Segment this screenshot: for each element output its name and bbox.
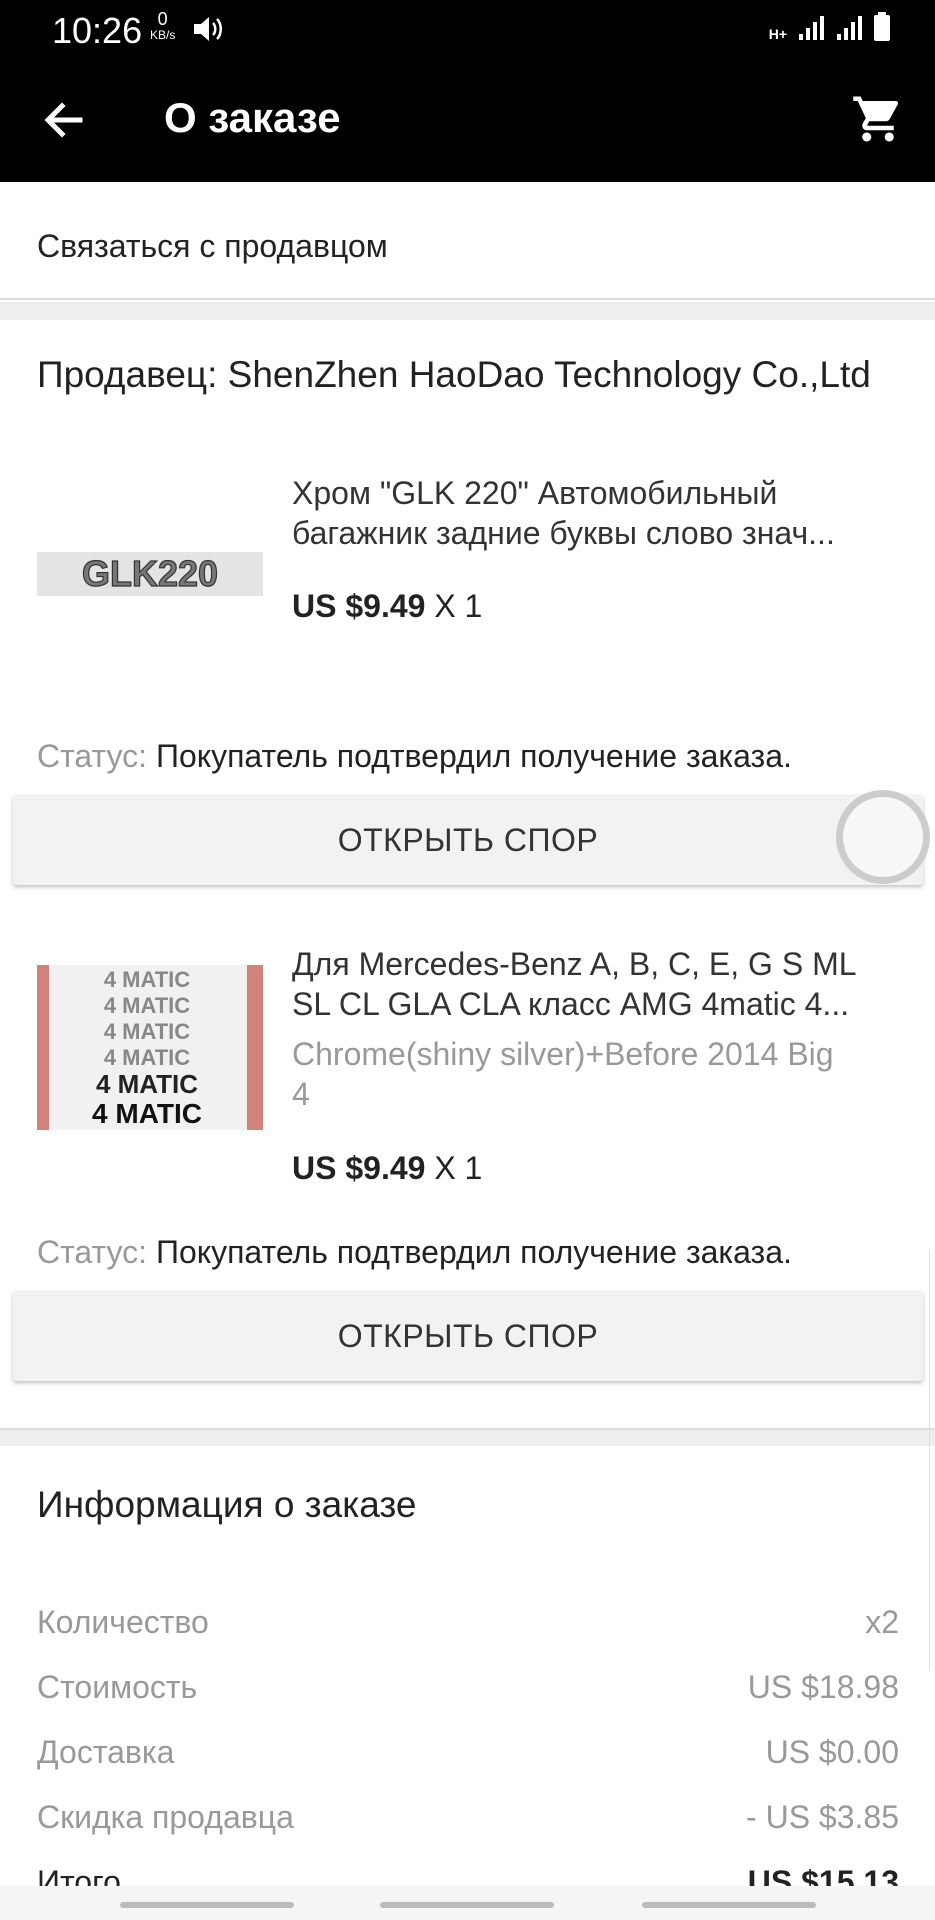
- product-title[interactable]: Хром "GLK 220" Автомобильный багажник за…: [292, 473, 902, 553]
- signal-icon-2: [837, 16, 862, 40]
- order-info-row: Стоимость US $18.98: [37, 1669, 899, 1705]
- open-dispute-button[interactable]: ОТКРЫТЬ СПОР: [13, 1291, 923, 1381]
- nav-handle[interactable]: [120, 1902, 294, 1908]
- signal-icon: [799, 16, 824, 40]
- order-status: Статус: Покупатель подтвердил получение …: [37, 1234, 792, 1270]
- product-variant: Chrome(shiny silver)+Before 2014 Big 4: [292, 1036, 834, 1112]
- product-thumbnail: 4 MATIC 4 MATIC 4 MATIC 4 MATIC 4 MATIC …: [37, 965, 263, 1130]
- open-dispute-button[interactable]: ОТКРЫТЬ СПОР: [13, 795, 923, 885]
- order-status: Статус: Покупатель подтвердил получение …: [37, 738, 792, 774]
- nav-handle[interactable]: [642, 1902, 816, 1908]
- product-thumbnail: GLK220: [37, 552, 263, 596]
- svg-text:4 MATIC: 4 MATIC: [104, 993, 190, 1018]
- nav-handle[interactable]: [380, 1902, 554, 1908]
- product-price: US $9.49 X 1: [292, 1150, 483, 1186]
- svg-text:4 MATIC: 4 MATIC: [104, 1045, 190, 1070]
- order-info-row: Количество x2: [37, 1604, 899, 1640]
- svg-text:4 MATIC: 4 MATIC: [104, 1019, 190, 1044]
- svg-text:4 MATIC: 4 MATIC: [96, 1069, 198, 1099]
- scrollbar[interactable]: [929, 1250, 935, 1670]
- svg-text:4 MATIC: 4 MATIC: [104, 967, 190, 992]
- order-info-title: Информация о заказе: [37, 1484, 417, 1525]
- svg-text:GLK220: GLK220: [82, 553, 218, 594]
- product-image[interactable]: GLK220: [37, 552, 263, 596]
- battery-icon: [874, 12, 890, 41]
- page-title: О заказе: [164, 94, 341, 141]
- network-type: H+: [768, 26, 787, 42]
- order-info-row: Доставка US $0.00: [37, 1734, 899, 1770]
- order-info-row: Скидка продавца - US $3.85: [37, 1799, 899, 1835]
- back-arrow-icon[interactable]: [40, 96, 88, 144]
- touch-indicator: [836, 790, 930, 884]
- cart-icon[interactable]: [851, 92, 905, 146]
- clock: 10:26: [52, 10, 143, 51]
- product-price: US $9.49 X 1: [292, 588, 483, 624]
- svg-text:4 MATIC: 4 MATIC: [92, 1098, 202, 1129]
- system-nav-bar: [0, 1886, 935, 1920]
- section-divider: [0, 302, 935, 320]
- status-bar: 10:26 0 KB/s H+: [0, 0, 935, 58]
- contact-seller-row[interactable]: Связаться с продавцом: [0, 182, 935, 300]
- network-speed: 0 KB/s: [150, 9, 176, 42]
- product-image[interactable]: 4 MATIC 4 MATIC 4 MATIC 4 MATIC 4 MATIC …: [37, 965, 263, 1130]
- app-bar: О заказе: [0, 58, 935, 182]
- product-title[interactable]: Для Mercedes-Benz A, B, C, E, G S ML SL …: [292, 944, 902, 1024]
- status-icons: H+: [769, 12, 891, 42]
- volume-icon: [194, 17, 222, 41]
- section-divider: [0, 1428, 935, 1446]
- contact-seller-label: Связаться с продавцом: [37, 228, 388, 264]
- seller-name[interactable]: Продавец: ShenZhen HaoDao Technology Co.…: [37, 354, 871, 396]
